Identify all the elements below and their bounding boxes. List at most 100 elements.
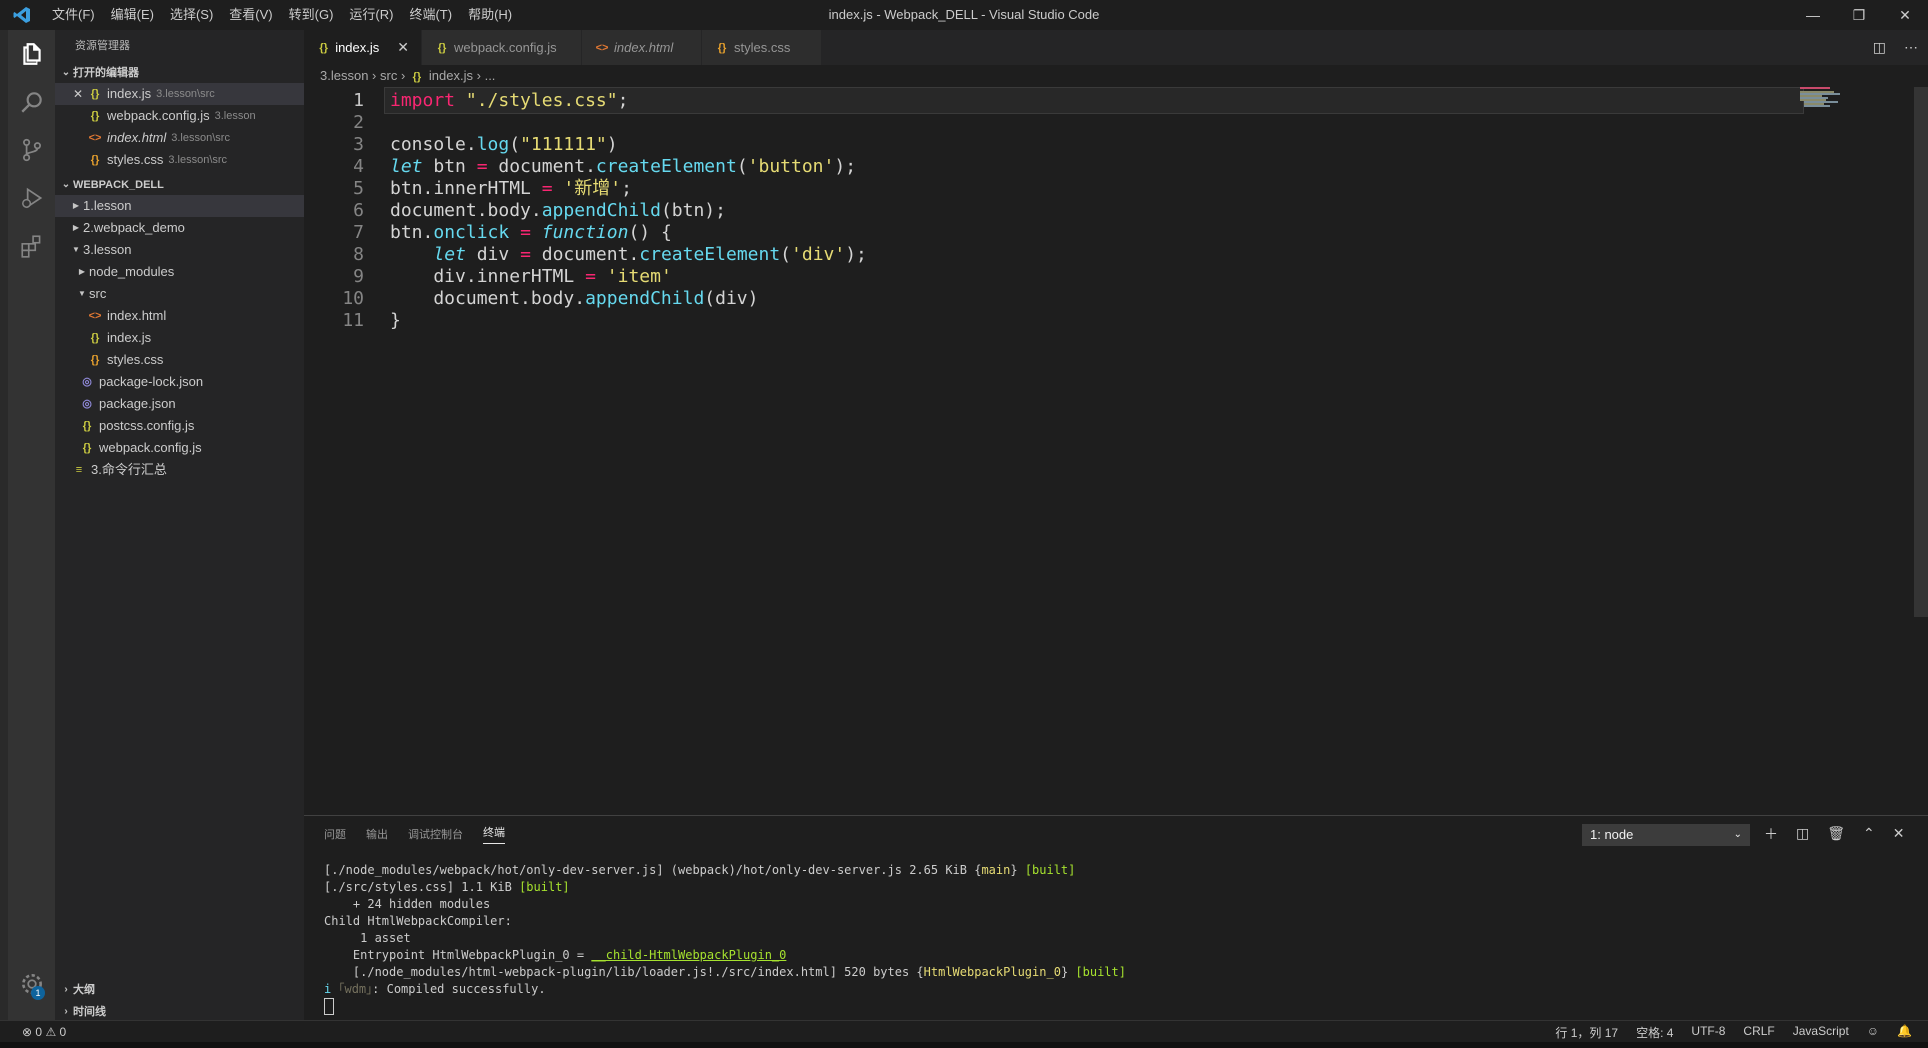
source-control-icon[interactable]	[8, 126, 55, 174]
restore-icon[interactable]: ❐	[1836, 0, 1882, 30]
minimap[interactable]	[1800, 87, 1910, 117]
tab-output[interactable]: 输出	[366, 826, 388, 842]
extensions-icon[interactable]	[8, 222, 55, 270]
menu-edit[interactable]: 编辑(E)	[103, 0, 162, 30]
menu-go[interactable]: 转到(G)	[281, 0, 342, 30]
files-icon[interactable]	[8, 30, 55, 78]
minimize-icon[interactable]: —	[1790, 0, 1836, 30]
tab-problems[interactable]: 问题	[324, 826, 346, 842]
tree-item-folder[interactable]: ▶ 2.webpack_demo	[55, 217, 304, 239]
code-editor[interactable]: 1 import "./styles.css"; 2 3 console.log("11…	[304, 87, 1928, 815]
html-file-icon: <>	[595, 41, 609, 54]
menu-file[interactable]: 文件(F)	[44, 0, 103, 30]
open-editor-item[interactable]: ✕ {} index.js 3.lesson\src	[55, 83, 304, 105]
tree-item-file[interactable]: {} webpack.config.js	[55, 437, 304, 459]
breadcrumb-item[interactable]: 3.lesson	[320, 68, 368, 83]
open-editor-desc: 3.lesson\src	[156, 88, 215, 100]
terminal-select[interactable]: 1: node ⌄	[1582, 824, 1750, 846]
open-editors-title: 打开的编辑器	[73, 67, 139, 79]
status-bar: ⊗ 0 ⚠ 0 行 1，列 17 空格: 4 UTF-8 CRLF JavaSc…	[0, 1020, 1928, 1043]
open-editor-item[interactable]: {} webpack.config.js 3.lesson	[55, 105, 304, 127]
tab-index-html[interactable]: <> index.html	[582, 30, 702, 65]
tree-item-folder[interactable]: ▶ node_modules	[55, 261, 304, 283]
tree-item-label: 3.lesson	[83, 242, 132, 257]
close-icon[interactable]: ✕	[397, 39, 409, 56]
timeline-section[interactable]: › 时间线	[55, 1002, 304, 1022]
open-editor-item[interactable]: <> index.html 3.lesson\src	[55, 127, 304, 149]
js-file-icon: {}	[90, 110, 100, 122]
code-line[interactable]: 11}	[304, 307, 1804, 334]
tree-item-file[interactable]: {} styles.css	[55, 349, 304, 371]
tree-item-label: 1.lesson	[83, 198, 132, 213]
tree-item-file[interactable]: ◎ package-lock.json	[55, 371, 304, 393]
close-panel-icon[interactable]: ✕	[1893, 825, 1905, 842]
markdown-file-icon: ≡	[75, 464, 83, 476]
tab-label: index.js	[335, 40, 380, 55]
notifications-icon[interactable]: 🔔	[1897, 1024, 1912, 1041]
error-icon: ⊗	[22, 1025, 33, 1039]
close-icon[interactable]: ✕	[73, 83, 87, 105]
tab-index-js[interactable]: {} index.js ✕	[304, 30, 422, 65]
tree-item-label: postcss.config.js	[99, 418, 195, 433]
new-terminal-icon[interactable]: ＋	[1764, 824, 1778, 844]
editor-scrollbar[interactable]	[1914, 87, 1928, 617]
chevron-right-icon: ›	[372, 68, 380, 83]
split-terminal-icon[interactable]: ◫	[1796, 825, 1809, 842]
menu-terminal[interactable]: 终端(T)	[401, 0, 460, 30]
title-bar: 文件(F) 编辑(E) 选择(S) 查看(V) 转到(G) 运行(R) 终端(T…	[0, 0, 1928, 30]
terminal-output[interactable]: [./node_modules/webpack/hot/only-dev-ser…	[324, 862, 1126, 1015]
open-editors-section[interactable]: ⌄ 打开的编辑器	[55, 63, 304, 83]
split-editor-icon[interactable]: ◫	[1873, 39, 1886, 56]
tab-styles-css[interactable]: {} styles.css	[702, 30, 822, 65]
close-window-icon[interactable]: ✕	[1882, 0, 1928, 30]
more-actions-icon[interactable]: ⋯	[1904, 39, 1918, 56]
tree-item-file[interactable]: ◎ package.json	[55, 393, 304, 415]
tree-item-label: index.js	[107, 330, 152, 345]
line-number: 11	[342, 310, 364, 331]
outline-section[interactable]: › 大纲	[55, 980, 304, 1000]
end-of-line[interactable]: CRLF	[1743, 1024, 1774, 1041]
tree-item-file[interactable]: {} index.js	[55, 327, 304, 349]
chevron-down-icon: ⌄	[61, 179, 71, 190]
workspace-section[interactable]: ⌄ WEBPACK_DELL	[55, 175, 304, 195]
tab-debug-console[interactable]: 调试控制台	[408, 826, 463, 842]
chevron-right-icon: ›	[64, 1006, 68, 1017]
search-icon[interactable]	[8, 78, 55, 126]
tree-item-file[interactable]: {} postcss.config.js	[55, 415, 304, 437]
tree-item-folder[interactable]: ▼ 3.lesson	[55, 239, 304, 261]
breadcrumb-item[interactable]: ...	[485, 68, 496, 83]
menu-run[interactable]: 运行(R)	[341, 0, 401, 30]
cursor-position[interactable]: 行 1，列 17	[1555, 1024, 1618, 1041]
menu-help[interactable]: 帮助(H)	[460, 0, 520, 30]
breadcrumb-item[interactable]: src	[380, 68, 397, 83]
tree-item-folder[interactable]: ▶ 1.lesson	[55, 195, 304, 217]
run-debug-icon[interactable]	[8, 174, 55, 222]
menu-view[interactable]: 查看(V)	[221, 0, 280, 30]
editor-tabs: {} index.js ✕ {} webpack.config.js <> in…	[304, 30, 1928, 65]
maximize-panel-icon[interactable]: ⌃	[1863, 825, 1875, 842]
explorer-header: 资源管理器	[75, 40, 130, 52]
tree-item-file[interactable]: ≡ 3.命令行汇总	[55, 459, 304, 481]
tree-item-folder[interactable]: ▼ src	[55, 283, 304, 305]
tree-item-file[interactable]: <> index.html	[55, 305, 304, 327]
chevron-right-icon: ›	[400, 68, 409, 83]
tab-terminal[interactable]: 终端	[483, 824, 505, 844]
encoding[interactable]: UTF-8	[1691, 1024, 1725, 1041]
js-file-icon: {}	[412, 71, 422, 83]
tab-webpack-config[interactable]: {} webpack.config.js	[422, 30, 582, 65]
settings-badge: 1	[31, 986, 45, 1000]
js-file-icon: {}	[82, 442, 92, 454]
trash-icon[interactable]: 🗑	[1827, 825, 1845, 842]
open-editor-item[interactable]: {} styles.css 3.lesson\src	[55, 149, 304, 171]
indentation[interactable]: 空格: 4	[1636, 1024, 1673, 1041]
warning-count: 0	[59, 1025, 67, 1039]
settings-gear-icon[interactable]: 1	[8, 960, 55, 1008]
breadcrumb-item[interactable]: index.js	[429, 68, 473, 83]
tree-item-label: index.html	[107, 308, 167, 323]
editor-actions: ◫ ⋯	[1873, 30, 1918, 65]
menu-selection[interactable]: 选择(S)	[162, 0, 221, 30]
problems-status[interactable]: ⊗ 0 ⚠ 0	[22, 1025, 66, 1039]
chevron-right-icon: ›	[64, 984, 68, 995]
language-mode[interactable]: JavaScript	[1793, 1024, 1849, 1041]
feedback-icon[interactable]: ☺	[1867, 1024, 1879, 1041]
